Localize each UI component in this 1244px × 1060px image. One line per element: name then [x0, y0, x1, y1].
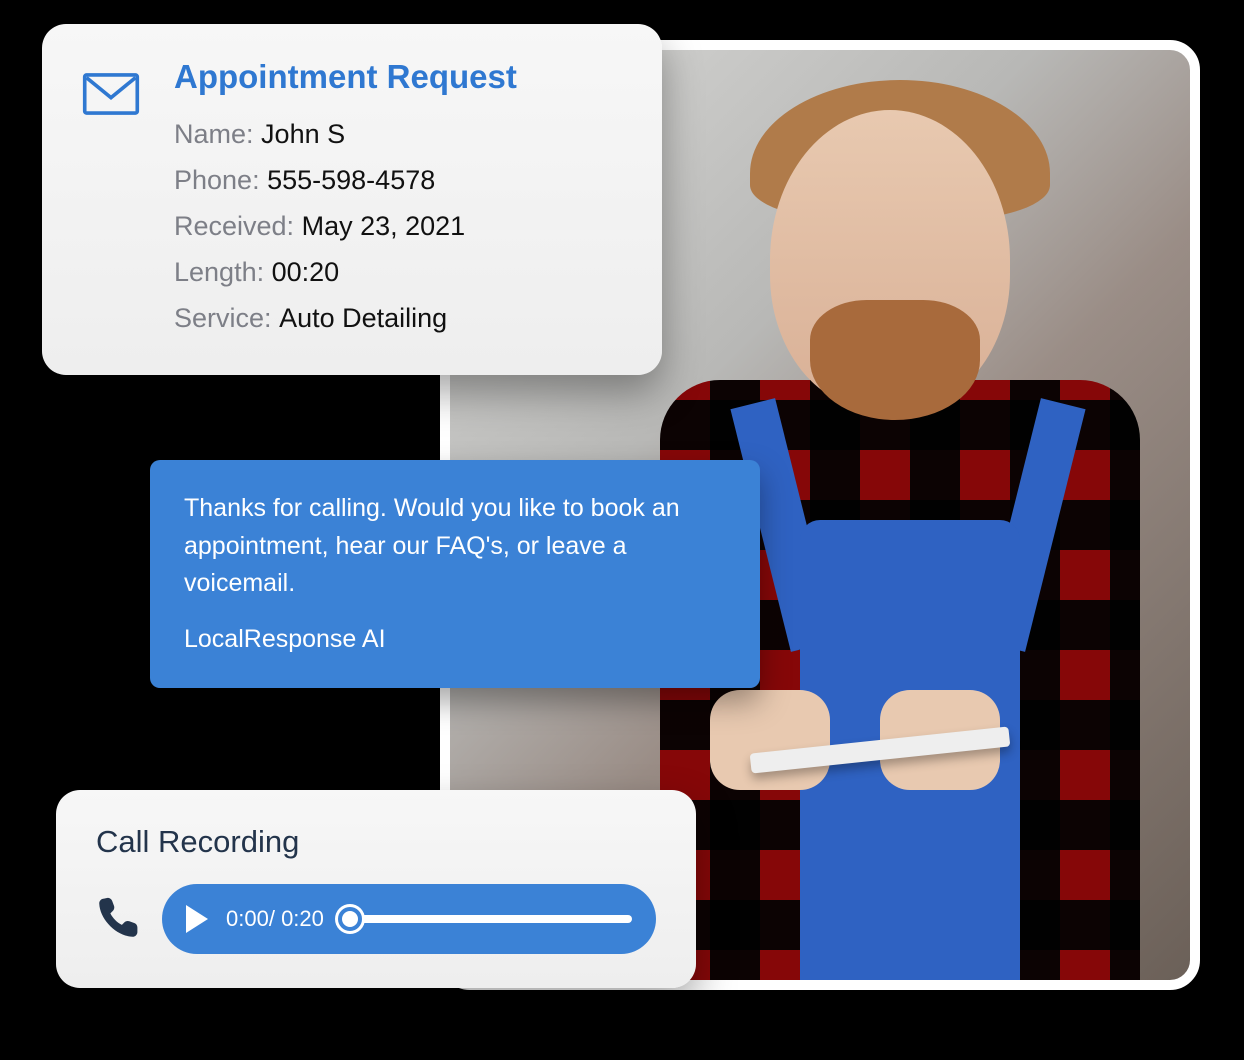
- player-duration: 0:20: [281, 906, 324, 931]
- player-current-time: 0:00: [226, 906, 269, 931]
- envelope-icon: [82, 72, 142, 341]
- appt-received-value: May 23, 2021: [302, 211, 466, 241]
- appointment-title: Appointment Request: [174, 58, 517, 96]
- appointment-request-card: Appointment Request Name: John S Phone: …: [42, 24, 662, 375]
- appt-received-row: Received: May 23, 2021: [174, 204, 517, 250]
- appt-length-label: Length:: [174, 257, 264, 287]
- audio-player[interactable]: 0:00/ 0:20: [162, 884, 656, 954]
- appt-service-label: Service:: [174, 303, 272, 333]
- ai-response-bubble: Thanks for calling. Would you like to bo…: [150, 460, 760, 688]
- call-recording-title: Call Recording: [96, 824, 656, 860]
- appt-service-row: Service: Auto Detailing: [174, 296, 517, 342]
- player-time-sep: /: [269, 906, 281, 931]
- appt-received-label: Received:: [174, 211, 294, 241]
- play-button[interactable]: [186, 905, 208, 933]
- appt-phone-row: Phone: 555-598-4578: [174, 158, 517, 204]
- phone-icon: [96, 894, 142, 945]
- ai-source-label: LocalResponse AI: [184, 621, 726, 659]
- player-seek-thumb[interactable]: [338, 907, 362, 931]
- appointment-body: Appointment Request Name: John S Phone: …: [174, 58, 517, 341]
- appt-phone-label: Phone:: [174, 165, 260, 195]
- appt-name-row: Name: John S: [174, 112, 517, 158]
- player-time: 0:00/ 0:20: [226, 906, 324, 932]
- appt-length-value: 00:20: [272, 257, 340, 287]
- appt-name-value: John S: [261, 119, 345, 149]
- appt-phone-value: 555-598-4578: [267, 165, 435, 195]
- ai-message-text: Thanks for calling. Would you like to bo…: [184, 490, 726, 603]
- call-recording-card: Call Recording 0:00/ 0:20: [56, 790, 696, 988]
- appt-name-label: Name:: [174, 119, 254, 149]
- player-seek-track[interactable]: [342, 915, 632, 923]
- appt-service-value: Auto Detailing: [279, 303, 447, 333]
- appt-length-row: Length: 00:20: [174, 250, 517, 296]
